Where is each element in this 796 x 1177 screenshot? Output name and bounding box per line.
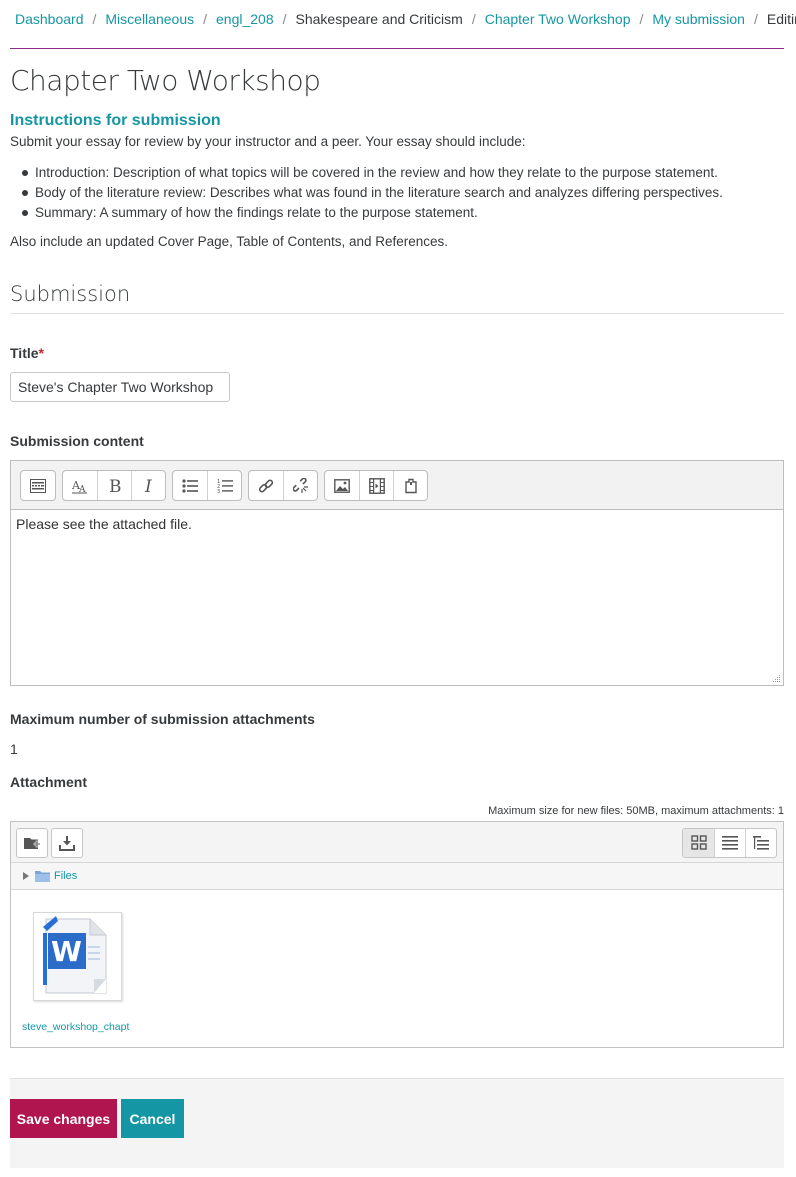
icon-view-icon[interactable] [683,829,714,857]
media-icon[interactable] [359,471,393,500]
toolbar-group-media [324,470,428,501]
file-manager-toolbar [11,822,783,863]
expand-arrow-icon[interactable] [23,872,29,881]
toolbar-group-toggle [20,470,56,501]
file-list-area: W steve_workshop_chapt ... [11,890,783,1047]
save-changes-button[interactable]: Save changes [10,1099,117,1138]
breadcrumb-separator: / [471,11,476,27]
file-name-overflow: ... [47,1041,65,1047]
word-document-icon: W [43,916,107,994]
download-all-button[interactable] [51,828,83,858]
required-marker: * [38,345,44,361]
instructions-also: Also include an updated Cover Page, Tabl… [10,234,449,249]
svg-text:3: 3 [217,489,220,494]
svg-text:I: I [144,478,152,494]
breadcrumb-item-workshop[interactable]: Chapter Two Workshop [485,11,631,27]
folder-icon [35,871,50,883]
unlink-icon[interactable] [283,471,317,500]
bold-icon[interactable]: B [97,471,131,500]
max-attachments-value: 1 [10,741,18,757]
list-view-icon[interactable] [714,829,745,857]
title-label: Title* [10,345,44,361]
toolbar-group-lists: 123 [172,470,242,501]
breadcrumb-divider [10,48,784,49]
unordered-list-icon[interactable] [173,471,207,500]
filepicker-limits: Maximum size for new files: 50MB, maximu… [488,805,784,817]
breadcrumb-item-miscellaneous[interactable]: Miscellaneous [105,11,194,27]
italic-icon[interactable]: I [131,471,165,500]
attachment-label: Attachment [10,774,88,790]
submission-heading: Submission [10,282,131,306]
svg-text:B: B [109,478,122,494]
breadcrumb-item-section: Shakespeare and Criticism [295,11,463,27]
file-name-link[interactable]: steve_workshop_chapt [22,1021,129,1033]
files-root-link[interactable]: Files [54,870,77,882]
instructions-intro: Submit your essay for review by your ins… [10,134,526,149]
breadcrumb-separator: / [203,11,207,27]
instructions-item: Summary: A summary of how the findings r… [22,203,723,223]
download-icon [59,836,75,851]
section-divider [10,313,784,314]
cancel-button[interactable]: Cancel [121,1099,184,1138]
link-icon[interactable] [249,471,283,500]
file-manager-icon[interactable] [393,471,427,500]
breadcrumb-item-dashboard[interactable]: Dashboard [15,11,84,27]
image-icon[interactable] [325,471,359,500]
file-thumbnail[interactable]: W [33,912,122,1001]
instructions-list: Introduction: Description of what topics… [22,163,723,223]
resize-grip-icon[interactable] [772,674,781,683]
breadcrumb-item-editing: Editing [766,11,796,27]
font-style-icon[interactable]: AA [63,471,97,500]
breadcrumb-item-my-submission[interactable]: My submission [652,11,745,27]
breadcrumb-separator: / [639,11,644,27]
breadcrumb-item-course[interactable]: engl_208 [216,11,274,27]
page-title: Chapter Two Workshop [10,64,321,97]
tree-view-icon[interactable] [745,829,776,857]
toolbar-toggle-icon[interactable] [21,471,55,500]
instructions-heading: Instructions for submission [10,112,221,129]
toolbar-group-links [248,470,318,501]
instructions-item: Introduction: Description of what topics… [22,163,723,183]
svg-text:W: W [51,935,82,968]
ordered-list-icon[interactable]: 123 [207,471,241,500]
file-path-bar: Files [11,863,783,890]
instructions-item: Body of the literature review: Describes… [22,183,723,203]
view-switcher [682,828,777,858]
editor-toolbar: AA B I 123 [11,461,783,510]
form-actions: Save changes Cancel [10,1078,784,1168]
text-editor: AA B I 123 Please see the attached file. [10,460,784,686]
title-input[interactable] [10,372,230,402]
file-manager: Files W steve_workshop_chapt ... [10,821,784,1048]
breadcrumb-separator: / [92,11,97,27]
toolbar-group-format: AA B I [62,470,166,501]
breadcrumb-separator: / [282,11,287,27]
editor-content-area[interactable]: Please see the attached file. [11,510,783,538]
create-folder-button[interactable] [16,828,48,858]
breadcrumb: Dashboard / Miscellaneous / engl_208 / Shakesp… [15,10,796,28]
breadcrumb-separator: / [753,11,758,27]
submission-content-label: Submission content [10,433,144,449]
add-folder-icon [24,838,41,849]
max-attachments-label: Maximum number of submission attachments [10,711,315,727]
